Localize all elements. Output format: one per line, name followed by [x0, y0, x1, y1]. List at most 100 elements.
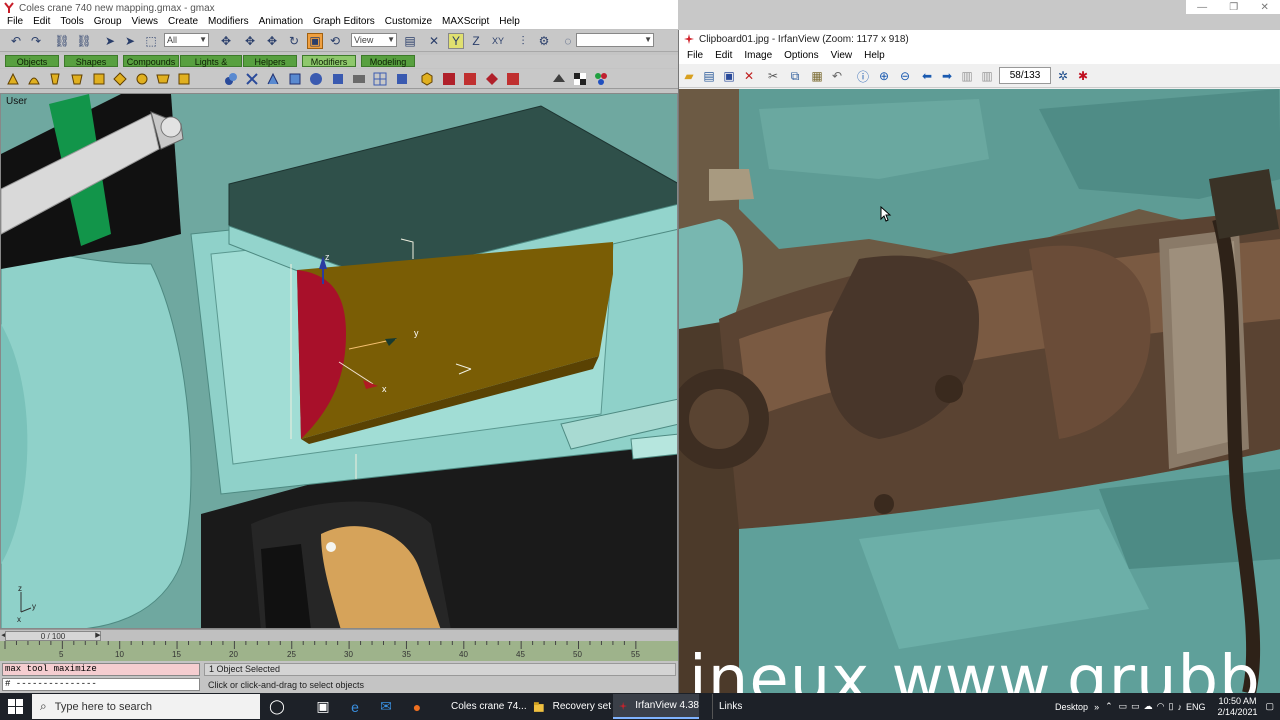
firefox-icon[interactable]: ●: [406, 696, 428, 717]
notification-icon[interactable]: ▢: [1265, 701, 1274, 712]
gmax-menu-animation[interactable]: Animation: [254, 15, 308, 29]
uvw-map-modifier-icon[interactable]: [224, 72, 238, 86]
box-gizmo-icon[interactable]: [420, 72, 434, 86]
gmax-menu-create[interactable]: Create: [163, 15, 203, 29]
previous-image-icon[interactable]: ⬅: [919, 68, 935, 84]
mail-icon[interactable]: ✉: [375, 696, 397, 717]
align-icon[interactable]: ⚙: [536, 33, 552, 49]
chevron-right-icon[interactable]: »: [1094, 702, 1099, 712]
taskbar-app-recovery-set[interactable]: Recovery set: [527, 694, 611, 719]
irfanview-title-bar[interactable]: Clipboard01.jpg - IrfanView (Zoom: 1177 …: [679, 30, 1280, 48]
undo-icon[interactable]: ↶: [8, 33, 24, 49]
restrict-y-icon[interactable]: Y: [448, 33, 464, 49]
gmax-menu-file[interactable]: File: [2, 15, 28, 29]
gmax-menu-edit[interactable]: Edit: [28, 15, 55, 29]
taskbar-app-gmax[interactable]: Coles crane 74...: [437, 694, 527, 719]
taskbar-clock[interactable]: 10:50 AM 2/14/2021: [1213, 696, 1261, 718]
select-and-scale-icon[interactable]: ✥: [264, 33, 280, 49]
delete-icon[interactable]: ✕: [741, 68, 757, 84]
named-selection-icon[interactable]: ◌: [560, 33, 576, 49]
settings-tools-icon[interactable]: ✲: [1055, 68, 1071, 84]
noise-modifier-icon[interactable]: [70, 72, 84, 86]
tab-modeling[interactable]: Modeling: [361, 55, 415, 67]
maxscript-listener-output[interactable]: # ---------------: [2, 678, 200, 691]
taskbar-links-toolbar[interactable]: Links: [712, 694, 772, 719]
cap-holes-icon[interactable]: [395, 72, 409, 86]
link-icon[interactable]: ⛓: [54, 33, 70, 49]
select-object-icon[interactable]: ➤: [102, 33, 118, 49]
pivot-center-icon[interactable]: ▤: [402, 33, 418, 49]
store-icon[interactable]: ▣: [312, 696, 334, 717]
angle-snap-icon[interactable]: ⟲: [327, 33, 343, 49]
close-icon[interactable]: ✕: [1260, 2, 1268, 13]
skew-modifier-icon[interactable]: [113, 72, 127, 86]
select-and-rotate-icon[interactable]: ✥: [242, 33, 258, 49]
unwrap-modifier-icon[interactable]: [245, 72, 259, 86]
mesh-select-icon[interactable]: [266, 72, 280, 86]
named-selection-set-dropdown[interactable]: ▼: [576, 33, 654, 47]
taper-modifier-icon[interactable]: [27, 72, 41, 86]
language-indicator[interactable]: ENG: [1186, 702, 1206, 712]
gmax-menu-tools[interactable]: Tools: [55, 15, 88, 29]
gmax-menu-views[interactable]: Views: [127, 15, 164, 29]
save-icon[interactable]: ▣: [721, 68, 737, 84]
gmax-menu-maxscript[interactable]: MAXScript: [437, 15, 494, 29]
track-bar[interactable]: 5 10 15 20 25 30 35 40 45 50 55: [0, 641, 678, 661]
array-icon[interactable]: [442, 72, 456, 86]
tab-lights-cameras[interactable]: Lights & Cameras: [180, 55, 242, 79]
info-icon[interactable]: ⓘ: [855, 68, 871, 84]
display-icon[interactable]: ▭: [1131, 701, 1140, 712]
edge-browser-icon[interactable]: e: [344, 696, 366, 717]
checker-icon[interactable]: [573, 72, 587, 86]
restrict-xy-icon[interactable]: XY: [490, 33, 506, 49]
material-icon[interactable]: [463, 72, 477, 86]
battery-icon[interactable]: ▯: [1169, 701, 1174, 712]
smooth-modifier-icon[interactable]: [352, 72, 366, 86]
viewport-label[interactable]: User: [6, 96, 27, 107]
iv-menu-edit[interactable]: Edit: [709, 49, 738, 63]
show-hidden-icons-icon[interactable]: ⌃: [1105, 701, 1113, 712]
slideshow-icon[interactable]: ▤: [701, 68, 717, 84]
windows-start-icon[interactable]: [8, 699, 23, 714]
material-editor-icon[interactable]: [594, 72, 608, 86]
first-image-icon[interactable]: ▥: [959, 68, 975, 84]
stretch-modifier-icon[interactable]: [92, 72, 106, 86]
cloud-icon[interactable]: ☁: [1144, 701, 1153, 712]
time-next-icon[interactable]: ▶: [94, 631, 102, 641]
iv-menu-help[interactable]: Help: [858, 49, 891, 63]
edit-mesh-icon[interactable]: [288, 72, 302, 86]
iv-menu-image[interactable]: Image: [738, 49, 778, 63]
rectangle-selection-icon[interactable]: ⬚: [143, 33, 159, 49]
network-icon[interactable]: ▭: [1119, 701, 1128, 712]
tab-helpers[interactable]: Helpers: [243, 55, 297, 67]
gmax-title-bar[interactable]: Coles crane 740 new mapping.gmax - gmax: [0, 0, 678, 16]
gmax-menu-customize[interactable]: Customize: [380, 15, 437, 29]
gmax-menu-group[interactable]: Group: [89, 15, 127, 29]
irfanview-logo-icon[interactable]: ✱: [1075, 68, 1091, 84]
twist-modifier-icon[interactable]: [48, 72, 62, 86]
taskbar-desktop-label[interactable]: Desktop: [1055, 702, 1088, 712]
mirror-icon[interactable]: ⫶: [515, 33, 531, 49]
face-extrude-icon[interactable]: [485, 72, 499, 86]
render-scene-icon[interactable]: [552, 72, 566, 86]
tab-compounds[interactable]: Compounds: [123, 55, 179, 67]
tab-shapes[interactable]: Shapes: [64, 55, 118, 67]
undo-icon[interactable]: ↶: [829, 68, 845, 84]
viewport-user[interactable]: z y x z y x User: [0, 93, 678, 629]
optimize-modifier-icon[interactable]: [373, 72, 387, 86]
time-slider-thumb[interactable]: 0 / 100: [5, 631, 101, 641]
snap-toggle-icon[interactable]: ▣: [307, 33, 323, 49]
select-and-move-icon[interactable]: ✥: [218, 33, 234, 49]
iv-menu-options[interactable]: Options: [778, 49, 824, 63]
tab-objects[interactable]: Objects: [5, 55, 59, 67]
lattice-modifier-icon[interactable]: [177, 72, 191, 86]
taskbar-app-irfanview[interactable]: IrfanView 4.38: [613, 694, 699, 719]
wifi-icon[interactable]: ◠: [1157, 701, 1165, 712]
bend-modifier-icon[interactable]: [6, 72, 20, 86]
time-slider[interactable]: ◀ 0 / 100 ▶: [0, 629, 678, 641]
task-view-icon[interactable]: ◯: [266, 696, 288, 717]
normal-modifier-icon[interactable]: [331, 72, 345, 86]
iv-menu-file[interactable]: File: [681, 49, 709, 63]
sphere-icon[interactable]: [309, 72, 323, 86]
ripple-modifier-icon[interactable]: [135, 72, 149, 86]
